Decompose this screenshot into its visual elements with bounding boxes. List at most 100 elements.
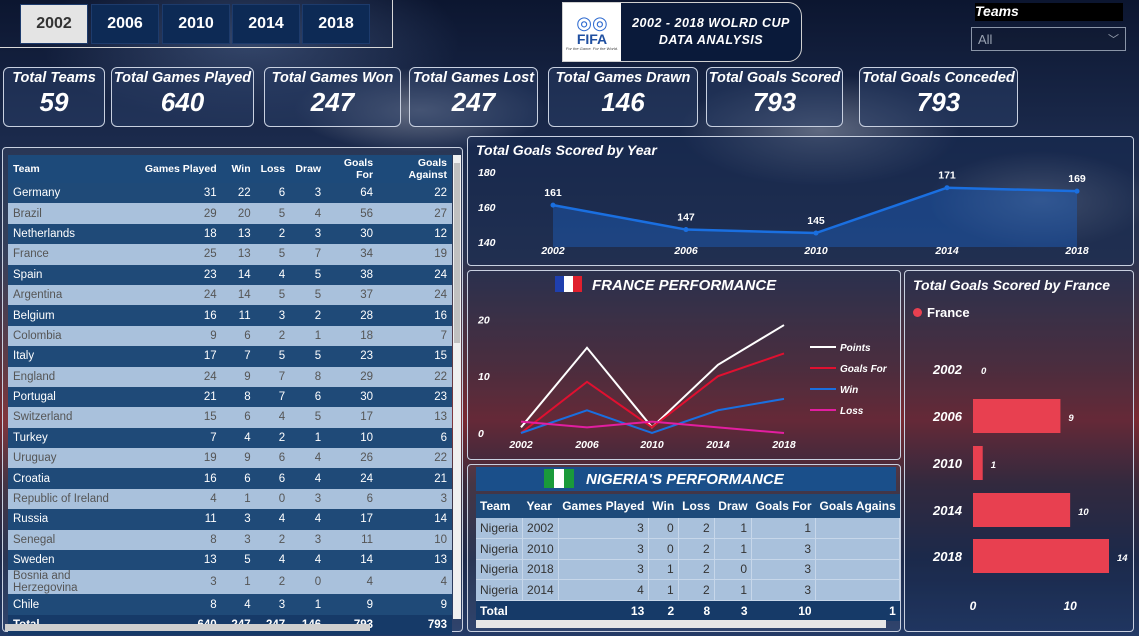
kpi-total-goals-conceded: Total Goals Conceded 793 [859, 67, 1018, 127]
table-cell: 11 [221, 305, 256, 326]
table-cell: 19 [135, 448, 222, 469]
table-row[interactable]: Sweden 13 5 4 4 14 13 [8, 550, 452, 571]
table-cell: 37 [326, 284, 379, 306]
table-cell: Argentina [8, 284, 136, 306]
table-row[interactable]: France 25 13 5 7 34 19 [8, 244, 452, 265]
table-cell: 13 [221, 223, 256, 245]
table-row[interactable]: Switzerland 15 6 4 5 17 13 [8, 407, 452, 428]
teams-slicer-dropdown[interactable]: All ﹀ [971, 27, 1126, 51]
table-cell: 3 [558, 559, 649, 580]
tab-2014[interactable]: 2014 [232, 4, 300, 44]
teams-table-scrollbar[interactable] [453, 155, 461, 619]
teams-slicer-value: All [978, 31, 993, 47]
table-cell: 0 [648, 518, 679, 539]
table-cell: 17 [326, 407, 379, 428]
table-row[interactable]: Chile 8 4 3 1 9 9 [8, 594, 452, 615]
col-win[interactable]: Win [221, 155, 256, 183]
table-row[interactable]: Belgium 16 11 3 2 28 16 [8, 305, 452, 326]
ng-col-games-played[interactable]: Games Played [558, 494, 649, 518]
ng-col-loss[interactable]: Loss [678, 494, 715, 518]
ng-col-team[interactable]: Team [476, 494, 523, 518]
data-label: 14 [1117, 553, 1128, 564]
ng-col-goals-against[interactable]: Goals Agains [815, 494, 900, 518]
table-cell: 2 [290, 305, 327, 326]
table-row[interactable]: Nigeria 2002 3 0 2 1 1 [476, 518, 901, 539]
table-cell: 5 [290, 284, 327, 306]
table-cell: 56 [326, 203, 379, 224]
table-row[interactable]: Bosnia and Herzegovina 3 1 2 0 4 4 [8, 570, 452, 595]
table-row[interactable]: Russia 11 3 4 4 17 14 [8, 509, 452, 530]
table-row[interactable]: Nigeria 2014 4 1 2 1 3 [476, 579, 901, 601]
table-row[interactable]: Croatia 16 6 6 4 24 21 [8, 468, 452, 489]
tab-2010[interactable]: 2010 [162, 4, 230, 44]
col-loss[interactable]: Loss [255, 155, 291, 183]
table-cell: 6 [378, 427, 452, 449]
table-cell: 1 [221, 570, 256, 595]
table-row[interactable]: Brazil 29 20 5 4 56 27 [8, 203, 452, 224]
table-cell: 4 [221, 594, 256, 615]
table-cell: 31 [135, 183, 222, 204]
ng-col-year[interactable]: Year [522, 494, 559, 518]
table-cell: 3 [290, 183, 327, 204]
teams-table: Team Games Played Win Loss Draw Goals Fo… [8, 155, 452, 636]
teams-table-hscrollbar[interactable] [5, 624, 370, 631]
table-cell: 1 [648, 559, 679, 580]
table-cell: 13 [378, 407, 452, 428]
y-category-label: 2002 [932, 362, 963, 377]
table-row[interactable]: Portugal 21 8 7 6 30 23 [8, 386, 452, 408]
tab-2002[interactable]: 2002 [20, 4, 88, 44]
x-tick-label: 2010 [803, 245, 828, 257]
table-row[interactable]: Germany 31 22 6 3 64 22 [8, 183, 452, 204]
data-label: 1 [991, 460, 996, 471]
table-cell: 14 [326, 550, 379, 571]
table-cell: 7 [378, 325, 452, 347]
table-cell: 18 [326, 325, 379, 347]
france-performance-chart: 20100PointsGoals ForWinLoss2002 2006 2010 2… [477, 314, 888, 451]
table-row[interactable]: Nigeria 2018 3 1 2 0 3 [476, 559, 901, 580]
table-cell: Bosnia and Herzegovina [8, 570, 136, 595]
ng-col-win[interactable]: Win [648, 494, 679, 518]
table-cell: England [8, 366, 136, 387]
x-tick-label: 2014 [705, 439, 730, 451]
tab-2018[interactable]: 2018 [302, 4, 370, 44]
goals-by-year-chart: 180 160 140 161 2002 147 2006 145 2010 171 2014 169… [478, 167, 1089, 257]
table-cell: France [8, 244, 136, 265]
table-row[interactable]: Colombia 9 6 2 1 18 7 [8, 325, 452, 347]
nigeria-table-hscrollbar[interactable] [476, 620, 886, 628]
table-cell: 3 [135, 570, 222, 595]
col-goals-against[interactable]: Goals Against [378, 155, 452, 183]
scrollbar-thumb[interactable] [454, 163, 460, 343]
ng-col-goals-for[interactable]: Goals For [751, 494, 816, 518]
table-row[interactable]: Spain 23 14 4 5 38 24 [8, 264, 452, 285]
table-row[interactable]: Netherlands 18 13 2 3 30 12 [8, 223, 452, 245]
table-cell: 6 [290, 386, 327, 408]
col-games-played[interactable]: Games Played [135, 155, 222, 183]
table-cell: 4 [255, 509, 291, 530]
teams-table-panel: Team Games Played Win Loss Draw Goals Fo… [2, 147, 463, 636]
table-row[interactable]: Uruguay 19 9 6 4 26 22 [8, 448, 452, 469]
col-goals-for[interactable]: Goals For [326, 155, 379, 183]
table-cell: 9 [221, 448, 256, 469]
table-cell: 3 [558, 538, 649, 560]
col-team[interactable]: Team [8, 155, 136, 183]
table-cell: 3 [221, 529, 256, 551]
table-row[interactable]: Senegal 8 3 2 3 11 10 [8, 529, 452, 551]
table-row[interactable]: Italy 17 7 5 5 23 15 [8, 346, 452, 367]
table-cell: 29 [135, 203, 222, 224]
table-row[interactable]: Argentina 24 14 5 5 37 24 [8, 284, 452, 306]
table-cell: 22 [378, 448, 452, 469]
col-draw[interactable]: Draw [290, 155, 327, 183]
table-cell: 1 [714, 538, 753, 560]
ng-col-draw[interactable]: Draw [714, 494, 752, 518]
tab-2006[interactable]: 2006 [91, 4, 159, 44]
table-cell: 26 [326, 448, 379, 469]
table-cell: 14 [378, 509, 452, 530]
table-cell: 24 [135, 284, 222, 306]
table-row[interactable]: Turkey 7 4 2 1 10 6 [8, 427, 452, 449]
table-cell: 2010 [522, 538, 559, 560]
table-cell [815, 579, 901, 601]
table-row[interactable]: Republic of Ireland 4 1 0 3 6 3 [8, 488, 452, 510]
table-row[interactable]: Nigeria 2010 3 0 2 1 3 [476, 538, 901, 560]
table-row[interactable]: England 24 9 7 8 29 22 [8, 366, 452, 387]
table-cell: 17 [326, 509, 379, 530]
